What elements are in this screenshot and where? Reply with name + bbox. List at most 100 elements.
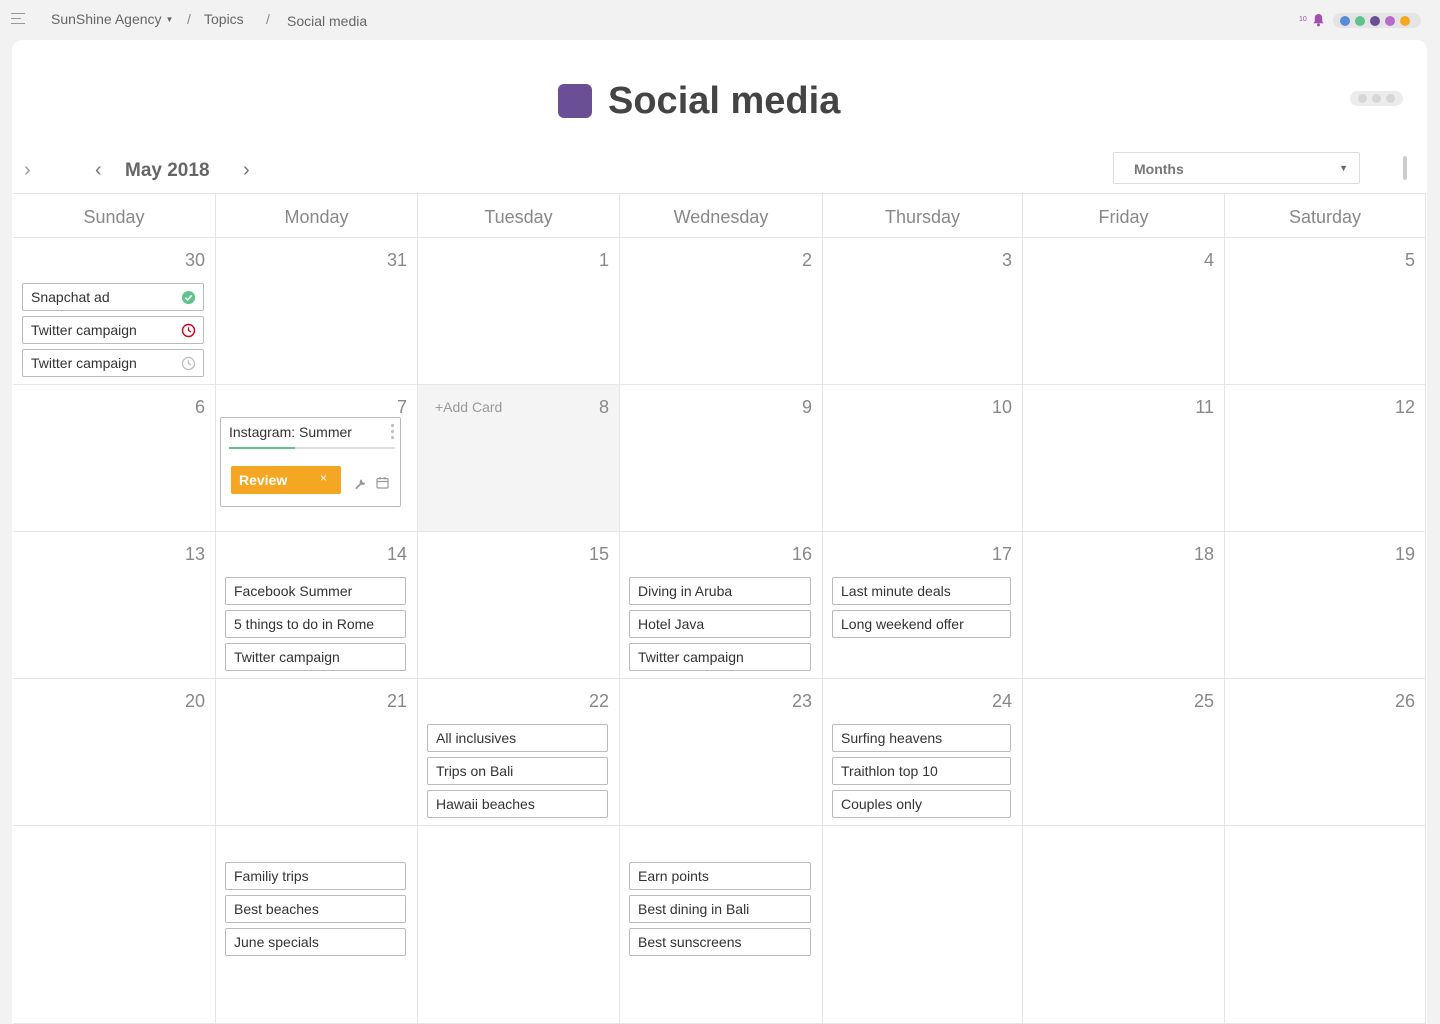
calendar-day-cell[interactable]: 7 Instagram: Summer Review ×: [216, 385, 418, 532]
event-card[interactable]: Hawaii beaches: [427, 790, 608, 818]
event-card[interactable]: Snapchat ad: [22, 283, 204, 311]
calendar-day-cell[interactable]: [13, 826, 216, 1024]
expanded-event-card[interactable]: Instagram: Summer Review ×: [220, 417, 401, 507]
event-card[interactable]: Twitter campaign: [22, 349, 204, 377]
view-mode-select[interactable]: Months ▼: [1113, 152, 1360, 184]
day-number: 6: [194, 397, 205, 417]
bell-icon[interactable]: [1312, 13, 1325, 27]
event-card[interactable]: Best dining in Bali: [629, 895, 811, 923]
calendar-day-cell[interactable]: 20: [13, 679, 216, 826]
event-card[interactable]: Surfing heavens: [832, 724, 1011, 752]
calendar-day-cell[interactable]: 11: [1023, 385, 1225, 532]
calendar-day-cell[interactable]: 9: [620, 385, 823, 532]
member-avatar-dot[interactable]: [1340, 15, 1350, 26]
calendar-day-cell[interactable]: 14 Facebook Summer 5 things to do in Rome T…: [216, 532, 418, 679]
member-avatar-dot[interactable]: [1355, 15, 1365, 26]
expand-sidebar-chevron-icon[interactable]: ›: [24, 160, 31, 180]
event-card[interactable]: All inclusives: [427, 724, 608, 752]
calendar-day-cell[interactable]: [823, 826, 1023, 1024]
calendar-day-cell[interactable]: 18: [1023, 532, 1225, 679]
calendar-day-cell[interactable]: 16 Diving in Aruba Hotel Java Twitter campa…: [620, 532, 823, 679]
day-number: 3: [1001, 250, 1012, 270]
calendar-day-cell[interactable]: 19: [1225, 532, 1426, 679]
calendar-day-cell[interactable]: 5: [1225, 238, 1426, 385]
calendar-day-cell[interactable]: [1225, 826, 1426, 1024]
calendar-day-cell[interactable]: 6: [13, 385, 216, 532]
clock-icon[interactable]: [181, 356, 196, 371]
calendar-day-cell[interactable]: Earn points Best dining in Bali Best sunsc…: [620, 826, 823, 1024]
event-card[interactable]: Hotel Java: [629, 610, 811, 638]
member-avatar-dot[interactable]: [1385, 15, 1395, 26]
member-avatar-dot[interactable]: [1370, 15, 1380, 26]
remove-tag-icon[interactable]: ×: [320, 471, 327, 485]
wrench-icon[interactable]: [354, 477, 368, 490]
event-card[interactable]: Earn points: [629, 862, 811, 890]
check-circle-icon[interactable]: [181, 290, 196, 305]
calendar-icon[interactable]: [376, 476, 389, 489]
add-card-button[interactable]: +Add Card: [435, 399, 502, 415]
calendar-day-cell[interactable]: 21: [216, 679, 418, 826]
event-card-title: Last minute deals: [841, 583, 951, 599]
notification-count: 10: [1299, 16, 1307, 23]
event-card[interactable]: Facebook Summer: [225, 577, 406, 605]
calendar-day-cell[interactable]: [1023, 826, 1225, 1024]
breadcrumb-topics[interactable]: Topics: [204, 11, 244, 27]
calendar-day-cell[interactable]: 30 Snapchat ad Twitter campaign Twitter cam…: [13, 238, 216, 385]
event-card[interactable]: Last minute deals: [832, 577, 1011, 605]
calendar-day-cell[interactable]: 1: [418, 238, 620, 385]
calendar-day-cell[interactable]: 31: [216, 238, 418, 385]
previous-month-chevron-icon[interactable]: ‹: [95, 160, 102, 180]
event-card[interactable]: Best beaches: [225, 895, 406, 923]
event-card[interactable]: Familiy trips: [225, 862, 406, 890]
event-card[interactable]: Couples only: [832, 790, 1011, 818]
event-card[interactable]: Traithlon top 10: [832, 757, 1011, 785]
calendar-day-cell[interactable]: 3: [823, 238, 1023, 385]
weekday-header: Sunday: [13, 194, 216, 238]
more-options-button[interactable]: [1350, 91, 1403, 106]
event-card-title: Surfing heavens: [841, 730, 943, 746]
day-number: 11: [1195, 397, 1214, 417]
day-number: 30: [184, 250, 205, 270]
event-card-title: Hotel Java: [638, 616, 705, 632]
calendar-day-cell[interactable]: 23: [620, 679, 823, 826]
calendar-day-cell[interactable]: 15: [418, 532, 620, 679]
calendar-day-cell[interactable]: 2: [620, 238, 823, 385]
event-card-title: Best sunscreens: [638, 934, 742, 950]
calendar-day-cell[interactable]: 25: [1023, 679, 1225, 826]
member-avatar-dot[interactable]: [1400, 15, 1410, 26]
hamburger-menu-icon[interactable]: [11, 13, 25, 25]
calendar-day-cell[interactable]: [418, 826, 620, 1024]
event-card[interactable]: 5 things to do in Rome: [225, 610, 406, 638]
day-number: 24: [991, 691, 1012, 711]
event-card[interactable]: June specials: [225, 928, 406, 956]
kebab-menu-icon[interactable]: [391, 424, 394, 442]
calendar-day-cell[interactable]: 10: [823, 385, 1023, 532]
status-tag-review[interactable]: Review ×: [231, 466, 341, 494]
event-card[interactable]: Diving in Aruba: [629, 577, 811, 605]
event-card[interactable]: Twitter campaign: [629, 643, 811, 671]
calendar-day-cell[interactable]: 22 All inclusives Trips on Bali Hawaii beac…: [418, 679, 620, 826]
breadcrumb-workspace[interactable]: SunShine Agency ▼: [51, 11, 173, 27]
event-card[interactable]: Twitter campaign: [22, 316, 204, 344]
calendar-day-cell[interactable]: Familiy trips Best beaches June specials: [216, 826, 418, 1024]
calendar-day-cell[interactable]: 12: [1225, 385, 1426, 532]
day-number: 8: [598, 397, 609, 417]
calendar-day-cell[interactable]: 13: [13, 532, 216, 679]
event-card[interactable]: Trips on Bali: [427, 757, 608, 785]
next-month-chevron-icon[interactable]: ›: [243, 160, 250, 180]
calendar-day-cell[interactable]: 17 Last minute deals Long weekend offer: [823, 532, 1023, 679]
day-number: 4: [1203, 250, 1214, 270]
day-number: 16: [791, 544, 812, 564]
clock-overdue-icon[interactable]: [181, 323, 196, 338]
calendar-day-cell[interactable]: 8 +Add Card: [418, 385, 620, 532]
weekday-header: Monday: [216, 194, 418, 238]
event-card[interactable]: Best sunscreens: [629, 928, 811, 956]
calendar-day-cell[interactable]: 26: [1225, 679, 1426, 826]
calendar-day-cell[interactable]: 4: [1023, 238, 1225, 385]
day-number: 14: [386, 544, 407, 564]
event-card[interactable]: Long weekend offer: [832, 610, 1011, 638]
calendar-day-cell[interactable]: 24 Surfing heavens Traithlon top 10 Couples…: [823, 679, 1023, 826]
team-members-pill[interactable]: [1333, 13, 1421, 28]
scroll-handle[interactable]: [1403, 156, 1407, 180]
event-card[interactable]: Twitter campaign: [225, 643, 406, 671]
